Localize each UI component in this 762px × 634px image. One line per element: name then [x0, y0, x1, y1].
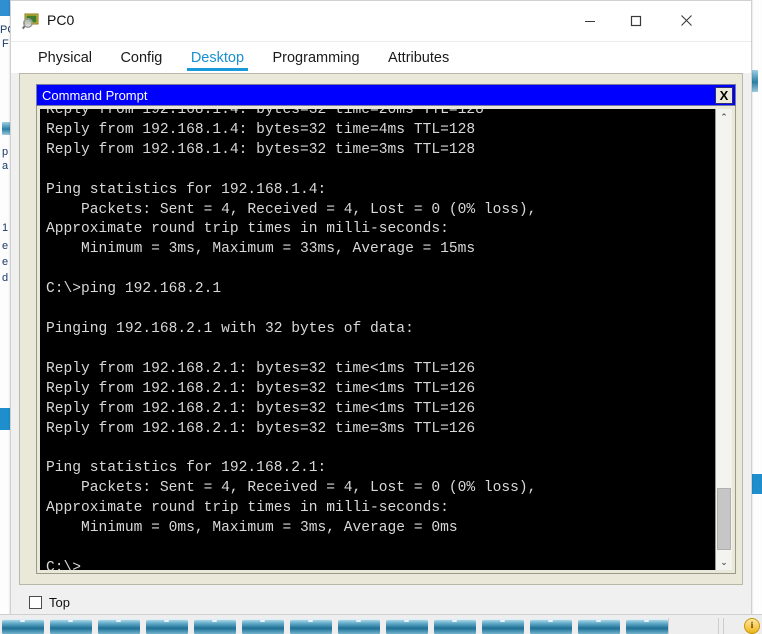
bg-left-fragment-2: p — [2, 146, 9, 158]
bg-left-fragment-7: d — [2, 272, 9, 284]
window-title: PC0 — [47, 12, 75, 28]
maximize-icon — [630, 15, 642, 26]
minimize-button[interactable] — [567, 1, 613, 40]
tray-device[interactable] — [242, 619, 284, 634]
command-prompt-window: Command Prompt X Reply from 192.168.1.4:… — [36, 84, 736, 574]
tray-device[interactable] — [626, 619, 668, 634]
device-tray: CSDN @ZShiJ i — [0, 614, 762, 634]
tab-physical[interactable]: Physical — [29, 45, 101, 70]
tray-device[interactable] — [50, 619, 92, 634]
bg-left-icon-top — [0, 0, 10, 16]
console-area: Reply from 192.168.1.4: bytes=32 time=20… — [40, 109, 732, 570]
tray-device[interactable] — [98, 619, 140, 634]
tray-info-button[interactable]: i — [744, 618, 760, 634]
tray-device[interactable] — [578, 619, 620, 634]
tray-device[interactable] — [2, 619, 44, 634]
tray-device[interactable] — [146, 619, 188, 634]
scrollbar-thumb[interactable] — [717, 488, 731, 550]
device-tab-strip: Physical Config Desktop Programming Attr… — [11, 42, 751, 73]
tray-device[interactable] — [530, 619, 572, 634]
tray-separator — [718, 618, 719, 634]
bg-left-fragment-6: e — [2, 256, 9, 268]
close-icon — [680, 15, 692, 26]
tray-device[interactable] — [290, 619, 332, 634]
window-titlebar: PC0 — [11, 1, 751, 42]
pc0-device-window: PC0 Physical Config Desktop Programming … — [10, 0, 752, 616]
desktop-tab-panel: Command Prompt X Reply from 192.168.1.4:… — [19, 73, 743, 585]
console-viewport[interactable]: Reply from 192.168.1.4: bytes=32 time=20… — [40, 109, 715, 570]
bg-left-fragment-5: e — [2, 240, 9, 252]
tab-desktop[interactable]: Desktop — [182, 45, 253, 71]
top-checkbox[interactable] — [29, 596, 42, 609]
tray-separator — [723, 618, 724, 634]
tray-device[interactable] — [434, 619, 476, 634]
top-checkbox-row[interactable]: Top — [29, 595, 70, 610]
top-checkbox-label: Top — [49, 595, 70, 610]
packet-tracer-device-icon — [21, 12, 40, 30]
tray-device[interactable] — [194, 619, 236, 634]
command-prompt-body: Reply from 192.168.1.4: bytes=32 time=20… — [36, 106, 736, 574]
scroll-up-arrow-icon[interactable]: ⌃ — [716, 109, 732, 125]
bg-left-fragment-4: 1 — [2, 222, 9, 234]
console-scrollbar[interactable]: ⌃ ⌄ — [715, 109, 732, 570]
command-prompt-close-button[interactable]: X — [715, 87, 733, 104]
tab-config[interactable]: Config — [111, 45, 171, 70]
maximize-button[interactable] — [613, 1, 659, 40]
command-prompt-titlebar: Command Prompt X — [36, 84, 736, 106]
tray-device[interactable] — [338, 619, 380, 634]
scroll-down-arrow-icon[interactable]: ⌄ — [716, 554, 732, 570]
tray-separator — [668, 618, 669, 634]
tray-device[interactable] — [482, 619, 524, 634]
tab-attributes[interactable]: Attributes — [379, 45, 458, 70]
close-button[interactable] — [663, 1, 709, 40]
tab-programming[interactable]: Programming — [263, 45, 368, 70]
bg-left-fragment-1: F — [2, 38, 9, 50]
command-prompt-title: Command Prompt — [42, 88, 148, 103]
minimize-icon — [585, 20, 595, 22]
bg-left-fragment-3: a — [2, 160, 9, 172]
tray-device[interactable] — [386, 619, 428, 634]
console-output-text: Reply from 192.168.1.4: bytes=32 time=20… — [46, 109, 537, 570]
